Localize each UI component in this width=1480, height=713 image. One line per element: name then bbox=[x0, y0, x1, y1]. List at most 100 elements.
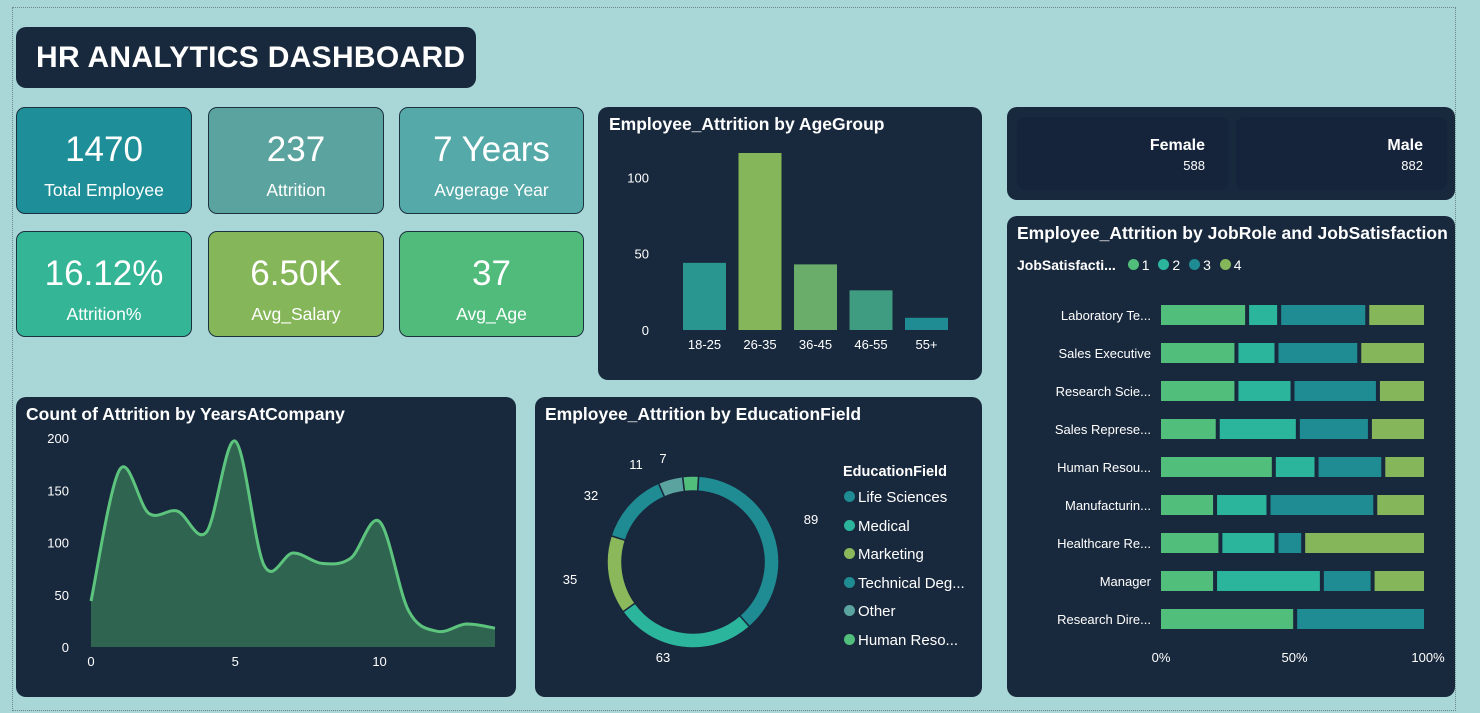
kpi-average-year[interactable]: 7 Years Avgerage Year bbox=[399, 107, 584, 214]
age-chart-svg: 0 50 100 18-25 26-35 36-45 46-55 55+ bbox=[627, 153, 948, 352]
bar-segment[interactable] bbox=[1377, 495, 1424, 515]
data-label: 32 bbox=[584, 488, 598, 503]
bar-55+[interactable] bbox=[905, 317, 948, 330]
bar-segment[interactable] bbox=[1281, 305, 1366, 325]
bar-segment[interactable] bbox=[1323, 571, 1371, 591]
legend-dot-icon bbox=[844, 605, 855, 617]
y-tick-label: 100 bbox=[627, 170, 649, 185]
bar-segment[interactable] bbox=[1278, 533, 1302, 553]
donut-slice[interactable] bbox=[657, 475, 686, 498]
kpi-avg-salary[interactable]: 6.50K Avg_Salary bbox=[208, 231, 384, 337]
age-group-chart-panel[interactable]: Employee_Attrition by AgeGroup 0 50 100 18-… bbox=[598, 107, 982, 380]
y-category-label: Manager bbox=[1100, 574, 1152, 589]
kpi-attrition-percent[interactable]: 16.12% Attrition% bbox=[16, 231, 192, 337]
legend-label: Other bbox=[858, 603, 896, 621]
bar-segment[interactable] bbox=[1161, 609, 1294, 629]
bar-segment[interactable] bbox=[1238, 343, 1275, 363]
gender-card-female[interactable]: Female 588 bbox=[1017, 117, 1229, 190]
legend-dot-icon bbox=[844, 491, 855, 502]
y-category-label: Sales Executive bbox=[1059, 346, 1152, 361]
y-category-label: Human Resou... bbox=[1057, 460, 1151, 475]
legend-label: Technical Deg... bbox=[858, 574, 965, 592]
data-label: 11 bbox=[629, 457, 643, 472]
education-legend-item[interactable]: Technical Deg... bbox=[844, 575, 965, 592]
bar-segment[interactable] bbox=[1161, 571, 1214, 591]
bar-segment[interactable] bbox=[1161, 381, 1235, 401]
bar-segment[interactable] bbox=[1318, 457, 1382, 477]
bar-segment[interactable] bbox=[1275, 457, 1315, 477]
bar-segment[interactable] bbox=[1299, 419, 1368, 439]
bar-segment[interactable] bbox=[1161, 305, 1246, 325]
education-legend-item[interactable]: Marketing bbox=[844, 546, 924, 563]
years-chart-panel[interactable]: Count of Attrition by YearsAtCompany 0 50… bbox=[16, 397, 516, 697]
donut-slice[interactable] bbox=[621, 602, 751, 649]
bar-36-45[interactable] bbox=[794, 264, 837, 330]
kpi-value: 7 Years bbox=[433, 130, 550, 169]
jobrole-chart-svg: Laboratory Te... Sales Executive Research … bbox=[1055, 305, 1445, 665]
education-legend-item[interactable]: Life Sciences bbox=[844, 489, 947, 506]
kpi-label: Avg_Salary bbox=[251, 304, 341, 324]
bar-segment[interactable] bbox=[1297, 609, 1424, 629]
bar-18-25[interactable] bbox=[683, 262, 726, 330]
legend-label: Life Sciences bbox=[858, 489, 948, 506]
kpi-total-employee[interactable]: 1470 Total Employee bbox=[16, 107, 192, 214]
bar-segment[interactable] bbox=[1217, 495, 1267, 515]
donut-slice[interactable] bbox=[681, 475, 700, 493]
bar-segment[interactable] bbox=[1249, 305, 1278, 325]
bar-segment[interactable] bbox=[1294, 381, 1376, 401]
bar-segment[interactable] bbox=[1217, 571, 1320, 591]
bar-46-55[interactable] bbox=[849, 290, 893, 330]
legend-label: Human Reso... bbox=[858, 632, 959, 649]
donut-slice[interactable] bbox=[606, 534, 637, 613]
bar-segment[interactable] bbox=[1379, 381, 1424, 401]
y-category-label: Sales Represe... bbox=[1055, 422, 1151, 437]
bar-segment[interactable] bbox=[1161, 533, 1219, 553]
kpi-avg-age[interactable]: 37 Avg_Age bbox=[399, 231, 584, 337]
bar-segment[interactable] bbox=[1219, 419, 1296, 439]
y-tick-label: 0 bbox=[62, 640, 69, 655]
y-tick-label: 200 bbox=[47, 431, 69, 446]
education-chart-panel[interactable]: Employee_Attrition by EducationField 89 6… bbox=[535, 397, 982, 697]
bar-segment[interactable] bbox=[1374, 571, 1424, 591]
data-label: 35 bbox=[563, 572, 577, 587]
gender-card-male[interactable]: Male 882 bbox=[1236, 117, 1447, 190]
bar-segment[interactable] bbox=[1369, 305, 1424, 325]
x-tick-label: 5 bbox=[232, 654, 239, 669]
kpi-label: Avg_Age bbox=[456, 304, 527, 324]
male-value: 882 bbox=[1401, 158, 1423, 173]
kpi-attrition[interactable]: 237 Attrition bbox=[208, 107, 384, 214]
y-tick-label: 50 bbox=[55, 588, 69, 603]
education-legend-item[interactable]: Medical bbox=[844, 518, 910, 535]
y-tick-label: 100 bbox=[47, 536, 69, 551]
donut-slice[interactable] bbox=[696, 475, 780, 628]
education-legend-item[interactable]: Other bbox=[844, 603, 896, 620]
bar-segment[interactable] bbox=[1161, 343, 1235, 363]
bar-26-35[interactable] bbox=[738, 153, 782, 330]
bar-segment[interactable] bbox=[1278, 343, 1358, 363]
bar-segment[interactable] bbox=[1371, 419, 1424, 439]
bar-segment[interactable] bbox=[1222, 533, 1275, 553]
y-category-label: Manufacturin... bbox=[1065, 498, 1151, 513]
legend-dot-icon bbox=[844, 519, 855, 531]
bar-segment[interactable] bbox=[1161, 419, 1216, 439]
jobrole-chart-panel[interactable]: Employee_Attrition by JobRole and JobSat… bbox=[1007, 216, 1455, 697]
bar-segment[interactable] bbox=[1270, 495, 1374, 515]
x-tick-label: 0 bbox=[87, 654, 94, 669]
kpi-label: Avgerage Year bbox=[434, 180, 549, 200]
education-chart-svg: 89 63 35 32 11 7 bbox=[563, 451, 818, 665]
x-tick-label: 36-45 bbox=[799, 337, 832, 352]
bar-segment[interactable] bbox=[1161, 495, 1214, 515]
bar-segment[interactable] bbox=[1161, 457, 1272, 477]
y-category-label: Laboratory Te... bbox=[1061, 308, 1151, 323]
y-tick-label: 50 bbox=[635, 247, 649, 262]
kpi-value: 6.50K bbox=[250, 254, 342, 293]
bar-segment[interactable] bbox=[1385, 457, 1424, 477]
kpi-label: Attrition bbox=[266, 180, 326, 200]
education-legend-item[interactable]: Human Reso... bbox=[844, 632, 958, 649]
donut-slice[interactable] bbox=[610, 482, 666, 542]
education-legend-title: EducationField bbox=[843, 464, 947, 480]
bar-segment[interactable] bbox=[1361, 343, 1424, 363]
bar-segment[interactable] bbox=[1238, 381, 1291, 401]
bar-segment[interactable] bbox=[1305, 533, 1424, 553]
female-value: 588 bbox=[1183, 158, 1205, 173]
